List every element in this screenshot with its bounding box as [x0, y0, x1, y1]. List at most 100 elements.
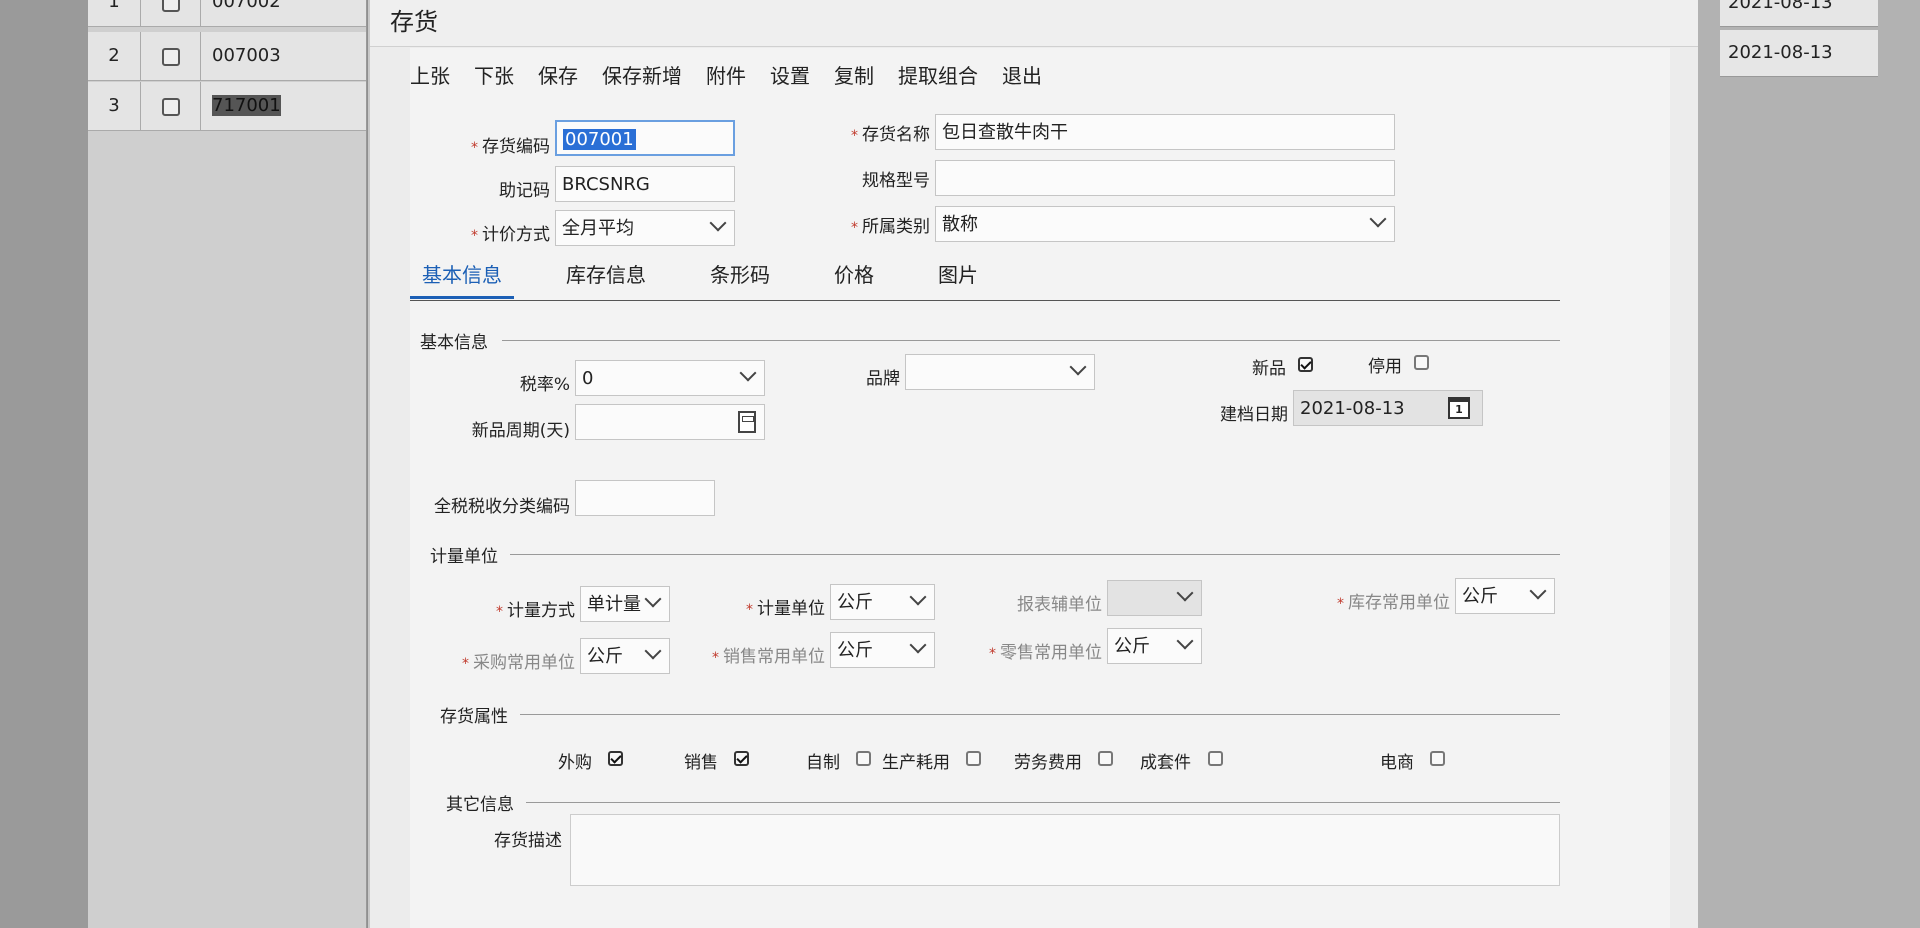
- calculator-icon[interactable]: [738, 411, 756, 433]
- attr-self-made-label: 自制: [806, 753, 840, 773]
- disabled-checkbox[interactable]: [1414, 355, 1429, 370]
- section-divider: [510, 554, 1560, 555]
- description-textarea[interactable]: [570, 814, 1560, 886]
- attr-purchased-checkbox[interactable]: [608, 751, 623, 766]
- section-divider: [502, 340, 1560, 341]
- calendar-icon[interactable]: 1: [1448, 397, 1470, 419]
- attr-service-checkbox[interactable]: [1098, 751, 1113, 766]
- attr-service-label: 劳务费用: [1014, 753, 1082, 773]
- brand-select[interactable]: [905, 354, 1095, 390]
- code-label: 存货编码: [430, 132, 550, 157]
- chevron-down-icon: [1176, 632, 1194, 650]
- background-left-panel: [0, 0, 100, 928]
- tab-price[interactable]: 价格: [822, 254, 886, 296]
- created-date-input[interactable]: 2021-08-13 1: [1293, 390, 1483, 426]
- section-units: 计量单位: [430, 547, 498, 567]
- row-checkbox[interactable]: [140, 32, 201, 80]
- extract-combination-button[interactable]: 提取组合: [898, 60, 978, 94]
- new-cycle-input[interactable]: [575, 404, 765, 440]
- sales-unit-select[interactable]: 公斤: [830, 632, 935, 668]
- exit-button[interactable]: 退出: [1002, 60, 1042, 94]
- list-row[interactable]: 1 007002: [88, 0, 373, 27]
- inventory-dialog: 存货 上张 下张 保存 保存新增 附件 设置 复制 提取组合 退出 存货编码 0…: [368, 0, 1698, 928]
- row-code: 717001: [204, 82, 373, 130]
- measure-mode-select[interactable]: 单计量: [580, 586, 670, 622]
- chevron-down-icon: [709, 214, 727, 232]
- dialog-content: 上张 下张 保存 保存新增 附件 设置 复制 提取组合 退出 存货编码 0070…: [410, 48, 1670, 928]
- new-item-checkbox[interactable]: [1298, 357, 1313, 372]
- spec-label: 规格型号: [862, 171, 930, 191]
- toolbar: 上张 下张 保存 保存新增 附件 设置 复制 提取组合 退出: [410, 60, 1042, 94]
- attr-self-made-checkbox[interactable]: [856, 751, 871, 766]
- tab-barcode[interactable]: 条形码: [698, 254, 782, 296]
- retail-unit-label: 零售常用单位: [962, 638, 1102, 663]
- settings-button[interactable]: 设置: [770, 60, 810, 94]
- tab-bar: 基本信息 库存信息 条形码 价格 图片: [410, 254, 1030, 299]
- tab-basic-info[interactable]: 基本信息: [410, 254, 514, 299]
- attr-kit-checkbox[interactable]: [1208, 751, 1223, 766]
- save-and-new-button[interactable]: 保存新增: [602, 60, 682, 94]
- next-button[interactable]: 下张: [474, 60, 514, 94]
- row-checkbox[interactable]: [140, 0, 201, 26]
- category-label: 所属类别: [810, 212, 930, 237]
- chevron-down-icon: [1369, 210, 1387, 228]
- background-right-panel: 2021-08-13 2021-08-13: [1692, 0, 1920, 928]
- purchase-unit-label: 采购常用单位: [430, 648, 575, 673]
- tab-image[interactable]: 图片: [926, 254, 990, 296]
- tax-select[interactable]: 0: [575, 360, 765, 396]
- chevron-down-icon: [1176, 584, 1194, 602]
- attr-ecommerce-checkbox[interactable]: [1430, 751, 1445, 766]
- name-input[interactable]: 包日查散牛肉干: [935, 114, 1395, 150]
- attr-production-checkbox[interactable]: [966, 751, 981, 766]
- pricing-select[interactable]: 全月平均: [555, 210, 735, 246]
- code-input[interactable]: 007001: [555, 120, 735, 156]
- measure-mode-label: 计量方式: [450, 596, 575, 621]
- report-unit-select[interactable]: [1107, 580, 1202, 616]
- category-select[interactable]: 散称: [935, 206, 1395, 242]
- section-divider: [520, 714, 1560, 715]
- row-code: 007002: [204, 0, 373, 26]
- new-cycle-label: 新品周期(天): [471, 421, 570, 441]
- date-cell: 2021-08-13: [1720, 0, 1878, 27]
- tax-label: 税率%: [519, 375, 570, 395]
- chevron-down-icon: [644, 642, 662, 660]
- report-unit-label: 报表辅单位: [1017, 595, 1102, 615]
- tax-class-code-input[interactable]: [575, 480, 715, 516]
- dialog-titlebar[interactable]: 存货: [370, 0, 1698, 47]
- section-divider: [526, 802, 1560, 803]
- chevron-down-icon: [909, 588, 927, 606]
- attachment-button[interactable]: 附件: [706, 60, 746, 94]
- chevron-down-icon: [644, 590, 662, 608]
- name-label: 存货名称: [810, 120, 930, 145]
- row-checkbox[interactable]: [140, 82, 201, 130]
- attr-kit-label: 成套件: [1140, 753, 1191, 773]
- purchase-unit-select[interactable]: 公斤: [580, 638, 670, 674]
- disabled-label: 停用: [1368, 357, 1402, 377]
- chevron-down-icon: [909, 636, 927, 654]
- created-date-label: 建档日期: [1220, 405, 1288, 425]
- unit-label: 计量单位: [710, 594, 825, 619]
- brand-label: 品牌: [866, 369, 900, 389]
- sales-unit-label: 销售常用单位: [690, 642, 825, 667]
- list-row[interactable]: 2 007003: [88, 32, 373, 81]
- attr-purchased-label: 外购: [558, 753, 592, 773]
- copy-button[interactable]: 复制: [834, 60, 874, 94]
- unit-select[interactable]: 公斤: [830, 584, 935, 620]
- tab-divider: [410, 300, 1560, 301]
- tax-class-code-label: 全税税收分类编码: [434, 497, 570, 517]
- save-button[interactable]: 保存: [538, 60, 578, 94]
- date-cell: 2021-08-13: [1720, 30, 1878, 77]
- attr-sales-checkbox[interactable]: [734, 751, 749, 766]
- mnemonic-label: 助记码: [499, 181, 550, 201]
- retail-unit-select[interactable]: 公斤: [1107, 628, 1202, 664]
- list-row-selected[interactable]: 3 717001: [88, 82, 373, 131]
- chevron-down-icon: [739, 364, 757, 382]
- tab-stock-info[interactable]: 库存信息: [554, 254, 658, 296]
- new-item-label: 新品: [1252, 359, 1286, 379]
- row-number: 1: [88, 0, 141, 26]
- prev-button[interactable]: 上张: [410, 60, 450, 94]
- attr-sales-label: 销售: [684, 753, 718, 773]
- spec-input[interactable]: [935, 160, 1395, 196]
- stock-unit-select[interactable]: 公斤: [1455, 578, 1555, 614]
- mnemonic-input[interactable]: BRCSNRG: [555, 166, 735, 202]
